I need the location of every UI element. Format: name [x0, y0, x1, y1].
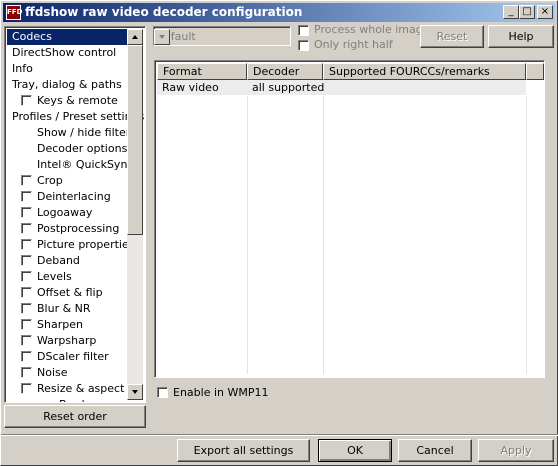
sidebar-item-label: Picture properties [37, 238, 135, 251]
enable-wmp11-label: Enable in WMP11 [173, 386, 269, 399]
cell-format: Raw video [162, 81, 219, 94]
help-button[interactable]: Help [488, 25, 554, 48]
column-header-decoder[interactable]: Decoder [247, 63, 323, 80]
sidebar-item-label: Intel® QuickSync [37, 158, 134, 171]
arrow-down-icon [132, 390, 138, 394]
filter-enable-checkbox[interactable] [21, 383, 32, 394]
cell-decoder: all supported [252, 81, 325, 94]
sidebar-item-label: Deband [37, 254, 80, 267]
sidebar-item-label: Postprocessing [37, 222, 120, 235]
sidebar-item-label: Keys & remote [37, 94, 118, 107]
filter-enable-checkbox[interactable] [21, 207, 32, 218]
sidebar-item-label: Sharpen [37, 318, 83, 331]
title-bar[interactable]: FFD ffdshow raw video decoder configurat… [3, 3, 555, 22]
filter-enable-checkbox[interactable] [21, 351, 32, 362]
maximize-button[interactable]: □ [519, 5, 535, 19]
grid-line [526, 96, 527, 374]
filter-enable-checkbox[interactable] [21, 367, 32, 378]
sidebar-item-label: Levels [37, 270, 72, 283]
reset-order-button[interactable]: Reset order [4, 405, 146, 428]
preset-combobox[interactable]: default [153, 26, 291, 46]
process-whole-image-label: Process whole image [314, 23, 430, 36]
sidebar-item-label: Borders [59, 397, 102, 402]
sidebar-item-label: Crop [37, 174, 63, 187]
column-header-remarks[interactable]: Supported FOURCCs/remarks [323, 63, 526, 80]
enable-wmp11-checkbox[interactable] [157, 387, 168, 398]
arrow-up-icon [132, 35, 138, 39]
sidebar-item-label: Deinterlacing [37, 190, 111, 203]
filter-enable-checkbox[interactable] [21, 239, 32, 250]
minimize-button[interactable]: _ [503, 5, 519, 19]
process-whole-image-checkbox[interactable] [298, 25, 309, 36]
grid-line [247, 96, 248, 374]
column-header-filler [526, 63, 544, 80]
close-icon: × [540, 6, 550, 17]
sidebar-item-label: Noise [37, 366, 68, 379]
sidebar-item-label: Warpsharp [37, 334, 97, 347]
filter-enable-checkbox[interactable] [21, 191, 32, 202]
codecs-table[interactable]: Format Decoder Supported FOURCCs/remarks… [154, 60, 545, 378]
sidebar-item-label: Codecs [12, 30, 52, 43]
scroll-up-button[interactable] [127, 29, 143, 45]
sidebar-item-label: Info [12, 62, 33, 75]
sidebar-scrollbar[interactable] [127, 29, 143, 400]
sidebar-item-label: Resize & aspect [37, 382, 125, 395]
sidebar-item-label: Profiles / Preset settings [12, 110, 145, 123]
only-right-half-label: Only right half [314, 38, 393, 51]
table-row[interactable]: Raw video all supported [157, 80, 526, 95]
page-tree-list[interactable]: Codecs DirectShow control Info Tray, dialog… [4, 26, 146, 403]
maximize-icon: □ [522, 6, 532, 17]
export-all-settings-button[interactable]: Export all settings [177, 439, 310, 462]
sidebar-item[interactable]: Codecs [7, 29, 131, 45]
filter-enable-checkbox[interactable] [21, 223, 32, 234]
sidebar-item-label: Tray, dialog & paths [12, 78, 122, 91]
reset-button[interactable]: Reset [420, 25, 484, 48]
cancel-button[interactable]: Cancel [398, 439, 472, 462]
footer-separator [1, 434, 558, 436]
filter-enable-checkbox[interactable] [21, 255, 32, 266]
sidebar-item-label: DScaler filter [37, 350, 109, 363]
sidebar-item-label: DirectShow control [12, 46, 117, 59]
sidebar-item-label: Offset & flip [37, 286, 103, 299]
scroll-thumb[interactable] [127, 45, 143, 235]
filter-enable-checkbox[interactable] [21, 271, 32, 282]
scroll-down-button[interactable] [127, 384, 143, 400]
column-header-format[interactable]: Format [157, 63, 247, 80]
sidebar-item-label: Logoaway [37, 206, 93, 219]
config-window: FFD ffdshow raw video decoder configurat… [0, 0, 558, 466]
sidebar-item-label: Decoder options [37, 142, 128, 155]
filter-enable-checkbox[interactable] [21, 95, 32, 106]
close-button[interactable]: × [537, 5, 553, 19]
chevron-down-icon [159, 35, 165, 39]
ffdshow-app-icon[interactable]: FFD [6, 5, 22, 20]
sidebar-item-label: Show / hide filters [37, 126, 136, 139]
only-right-half-checkbox[interactable] [298, 40, 309, 51]
filter-enable-checkbox[interactable] [21, 303, 32, 314]
filter-enable-checkbox[interactable] [21, 175, 32, 186]
window-title: ffdshow raw video decoder configuration [25, 5, 303, 19]
apply-button[interactable]: Apply [478, 439, 554, 462]
ok-button[interactable]: OK [318, 439, 392, 462]
filter-enable-checkbox[interactable] [21, 319, 32, 330]
sidebar-item-label: Blur & NR [37, 302, 91, 315]
filter-enable-checkbox[interactable] [21, 287, 32, 298]
preset-dropdown-button[interactable] [154, 29, 170, 45]
grid-line [323, 96, 324, 374]
filter-enable-checkbox[interactable] [21, 335, 32, 346]
minimize-icon: _ [508, 6, 514, 17]
